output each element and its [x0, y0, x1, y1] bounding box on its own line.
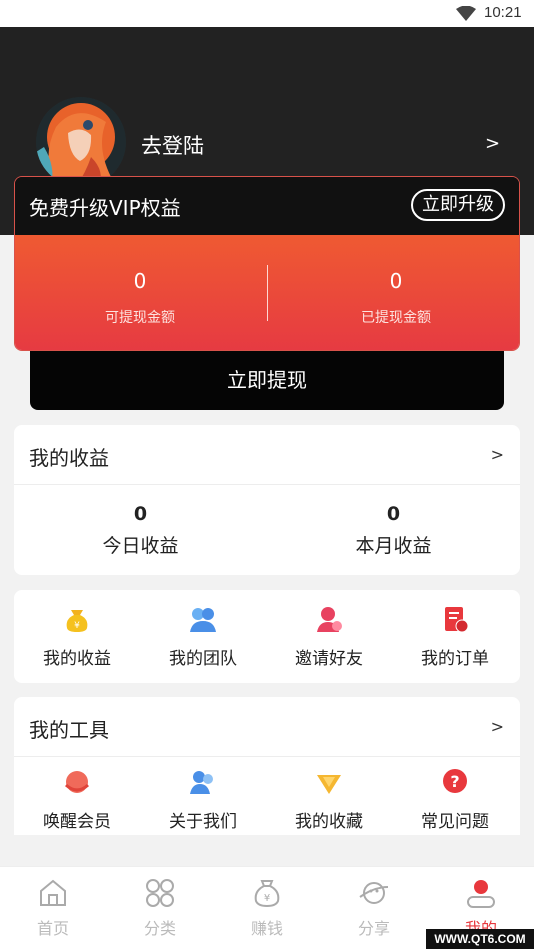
wake-icon: [64, 771, 90, 793]
tool-item-label: 常见问题: [421, 812, 489, 832]
order-icon: [445, 607, 469, 633]
tab-label: 赚钱: [250, 919, 283, 938]
tab-label: 首页: [36, 919, 69, 938]
category-icon: [146, 879, 174, 907]
tool-item-label: 我的收藏: [295, 812, 363, 832]
tool-item-wake[interactable]: 唤醒会员: [14, 767, 140, 832]
tool-item-label: 唤醒会员: [43, 812, 111, 832]
profile-icon: [467, 880, 495, 908]
month-earnings: 0 本月收益: [267, 503, 520, 558]
watermark: WWW.QT6.COM: [426, 929, 534, 949]
withdrawable-value: 0: [133, 269, 147, 293]
avatar-image: [36, 97, 126, 187]
divider: [267, 265, 268, 321]
invite-icon: [317, 607, 342, 632]
status-bar: 10:21: [0, 0, 534, 27]
withdrawable-amount: 0 可提现金额: [15, 235, 265, 327]
today-earnings-value: 0: [133, 503, 148, 525]
withdraw-button[interactable]: 立即提现: [30, 351, 504, 410]
menu-item-earnings[interactable]: ¥ 我的收益: [14, 604, 140, 669]
menu-item-label: 我的订单: [421, 649, 489, 669]
tab-share[interactable]: 分享: [321, 877, 427, 939]
svg-text:¥: ¥: [264, 893, 270, 904]
svg-text:?: ?: [450, 772, 459, 791]
month-earnings-label: 本月收益: [355, 535, 432, 557]
money-bag-icon: ¥: [66, 610, 88, 632]
tool-item-faq[interactable]: ? 常见问题: [392, 767, 518, 832]
tab-category[interactable]: 分类: [107, 877, 213, 939]
tools-card: 我的工具 > 唤醒会员 关于我们 我的收藏 ? 常见问题: [14, 697, 520, 835]
vip-banner: 免费升级VIP权益 立即升级: [15, 177, 519, 235]
vip-title: 免费升级VIP权益: [29, 196, 181, 220]
chevron-right-icon[interactable]: >: [491, 717, 504, 736]
tab-earn[interactable]: ¥ 赚钱: [214, 877, 320, 939]
tools-title[interactable]: 我的工具: [29, 714, 109, 743]
withdrawn-label: 已提现金额: [361, 310, 431, 326]
month-earnings-value: 0: [386, 503, 401, 525]
earnings-title[interactable]: 我的收益: [29, 442, 109, 471]
team-icon: [190, 608, 216, 632]
menu-item-team[interactable]: 我的团队: [140, 604, 266, 669]
tool-item-favorites[interactable]: 我的收藏: [266, 767, 392, 832]
avatar[interactable]: [36, 97, 126, 187]
tab-home[interactable]: 首页: [0, 877, 106, 939]
divider: [14, 484, 520, 485]
share-icon: [359, 882, 389, 904]
question-icon: ?: [443, 769, 467, 793]
today-earnings-label: 今日收益: [102, 535, 179, 557]
menu-card: ¥ 我的收益 我的团队 邀请好友 我的订单: [14, 590, 520, 683]
about-icon: [190, 771, 213, 794]
tab-label: 分享: [357, 919, 390, 938]
tool-item-label: 关于我们: [169, 812, 237, 832]
withdrawable-label: 可提现金额: [105, 310, 175, 326]
divider: [14, 756, 520, 757]
today-earnings: 0 今日收益: [14, 503, 267, 558]
menu-item-orders[interactable]: 我的订单: [392, 604, 518, 669]
menu-item-label: 我的团队: [169, 649, 237, 669]
withdrawn-value: 0: [389, 269, 403, 293]
earnings-card: 我的收益 > 0 今日收益 0 本月收益: [14, 425, 520, 575]
vip-card: 免费升级VIP权益 立即升级 0 可提现金额 0 已提现金额: [14, 176, 520, 351]
menu-item-invite[interactable]: 邀请好友: [266, 604, 392, 669]
menu-item-label: 我的收益: [43, 649, 111, 669]
tab-label: 分类: [143, 919, 176, 938]
menu-item-label: 邀请好友: [295, 649, 363, 669]
balance-panel: 0 可提现金额 0 已提现金额: [15, 235, 519, 350]
favorite-tag-icon: [317, 775, 341, 794]
tool-item-about[interactable]: 关于我们: [140, 767, 266, 832]
clock: 10:21: [484, 4, 522, 21]
home-icon: [40, 879, 66, 906]
login-link[interactable]: 去登陆: [141, 130, 204, 160]
chevron-right-icon[interactable]: >: [491, 445, 504, 464]
chevron-right-icon[interactable]: >: [485, 133, 500, 154]
money-icon: ¥: [254, 880, 280, 908]
upgrade-button[interactable]: 立即升级: [411, 189, 505, 221]
svg-text:¥: ¥: [74, 621, 80, 631]
withdrawn-amount: 0 已提现金额: [271, 235, 519, 327]
wifi-icon: [456, 6, 476, 21]
